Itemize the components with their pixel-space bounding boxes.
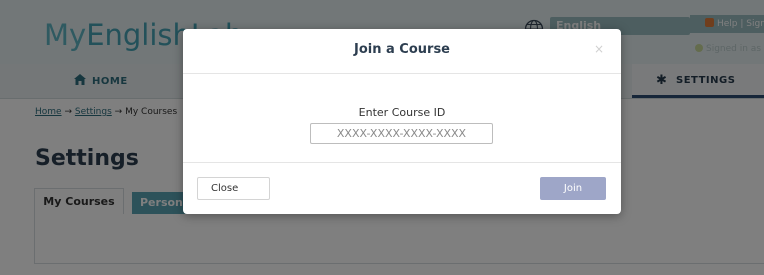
- join-button[interactable]: Join: [540, 177, 606, 200]
- course-id-label: Enter Course ID: [358, 106, 446, 119]
- modal-title: Join a Course: [354, 42, 450, 57]
- close-button[interactable]: Close: [197, 177, 270, 200]
- join-course-modal: Join a Course × Enter Course ID Close Jo…: [183, 29, 621, 214]
- course-id-input[interactable]: [310, 123, 493, 144]
- close-icon[interactable]: ×: [594, 42, 604, 56]
- modal-header: Join a Course ×: [183, 29, 621, 74]
